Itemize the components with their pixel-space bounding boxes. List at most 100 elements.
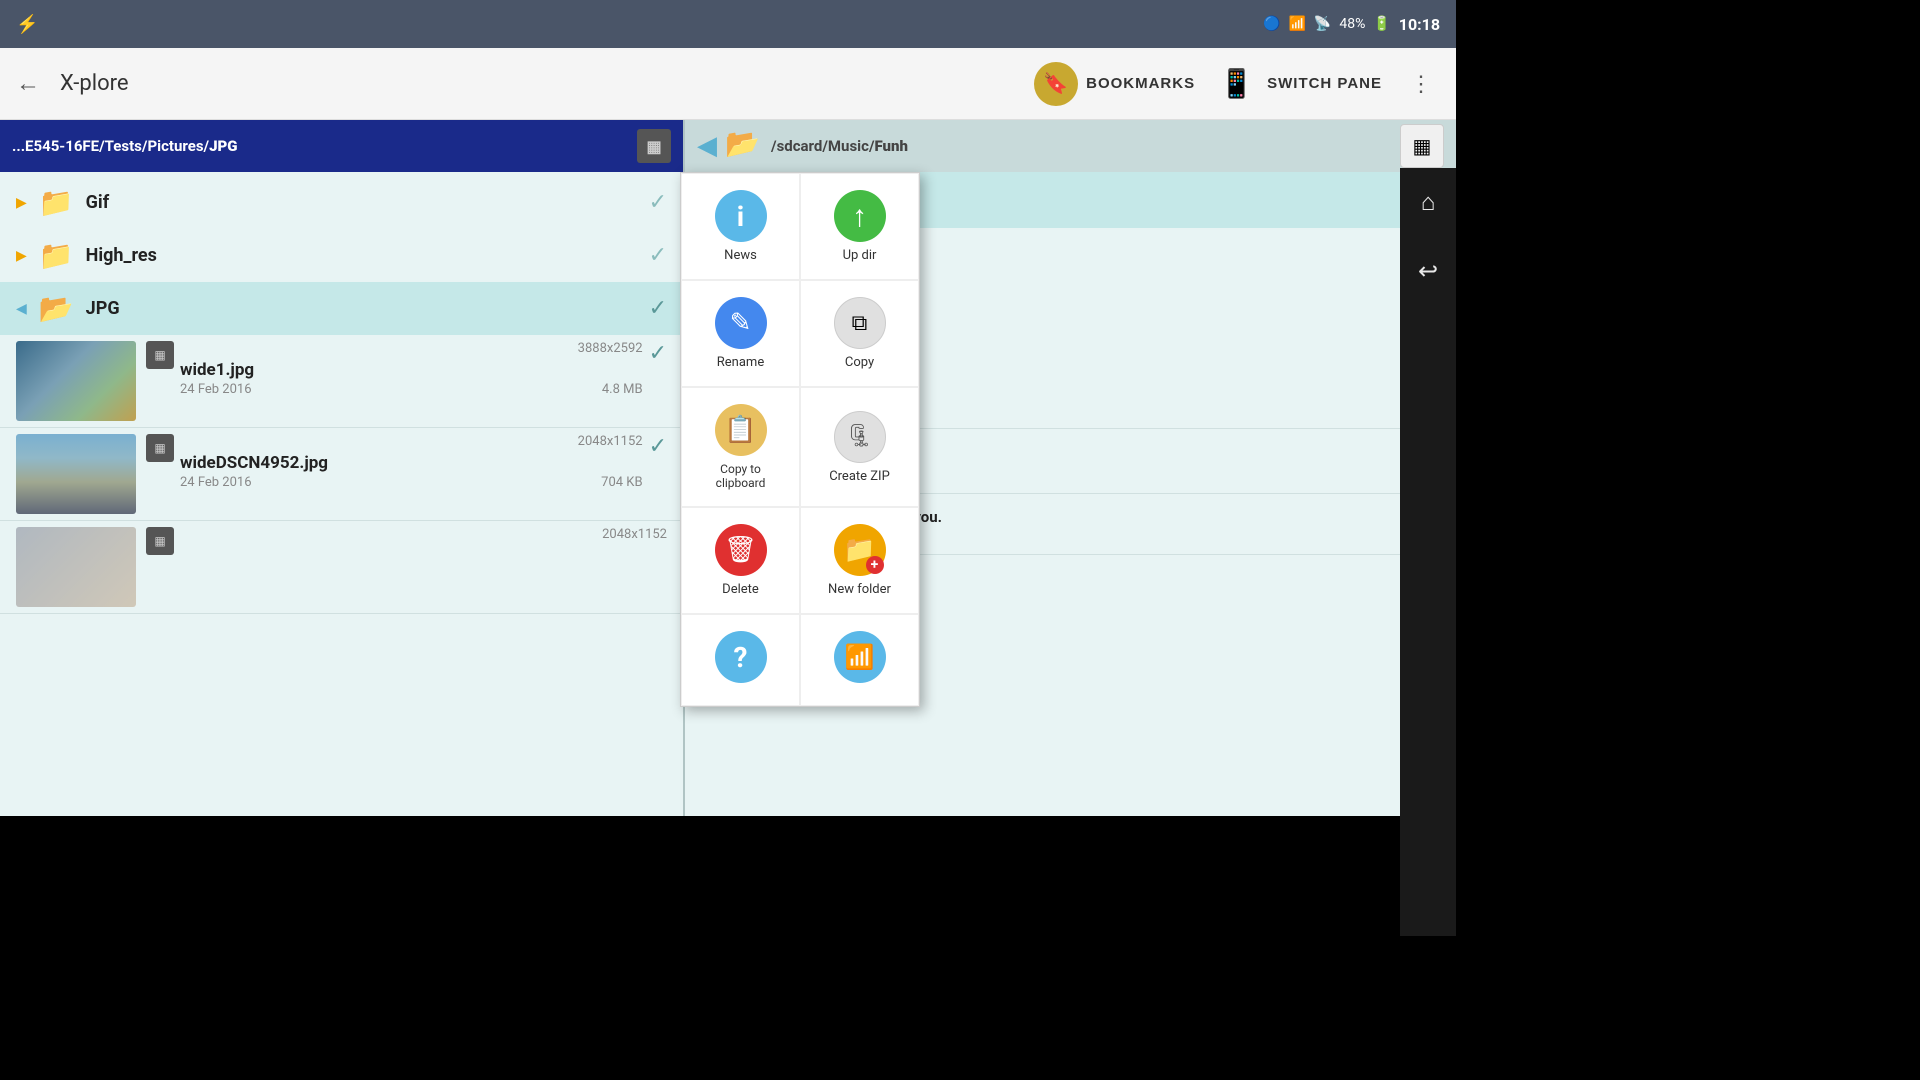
file-date: 24 Feb 2016 [180, 475, 252, 490]
context-menu-create-zip[interactable]: 🗜 Create ZIP [800, 387, 919, 507]
clipboard-icon: 📋 [715, 404, 767, 456]
help-icon: ? [715, 631, 767, 683]
folder-icon: 📁 [39, 239, 74, 272]
file-type-icon: ▦ [146, 434, 174, 462]
copy-icon: ⧉ [834, 297, 886, 349]
updir-label: Up dir [843, 248, 877, 263]
file-meta: 24 Feb 2016 4.8 MB [180, 382, 643, 397]
updir-icon: ↑ [834, 190, 886, 242]
file-type-icon: ▦ [146, 527, 174, 555]
main-area: ...E545-16FE/Tests/Pictures/JPG ▦ ▶ 📁 Gi… [0, 120, 1456, 816]
rename-label: Rename [717, 355, 764, 370]
right-expand-icon: ◀ [697, 131, 717, 161]
context-menu-copy[interactable]: ⧉ Copy [800, 280, 919, 387]
switch-pane-icon: 📱 [1215, 62, 1259, 106]
back-icon[interactable]: ↩ [1418, 257, 1438, 285]
file-name: wide1.jpg [180, 360, 643, 380]
left-path-bar: ...E545-16FE/Tests/Pictures/JPG ▦ [0, 120, 683, 172]
file-info: ▦ 3888x2592 wide1.jpg 24 Feb 2016 4.8 MB… [146, 341, 667, 397]
delete-icon: 🗑 [715, 524, 767, 576]
context-menu-copy-to-clipboard[interactable]: 📋 Copy toclipboard [681, 387, 800, 507]
file-size: 704 KB [601, 475, 642, 490]
status-icons: 🔵 📶 📡 48% 🔋 10:18 [1263, 15, 1440, 34]
list-item[interactable]: ◀ 📂 JPG ✓ [0, 282, 683, 335]
file-name: wideDSCN4952.jpg [180, 453, 643, 473]
context-menu-wifi[interactable]: 📶 [800, 614, 919, 706]
delete-label: Delete [722, 582, 759, 597]
bookmarks-icon: 🔖 [1034, 62, 1078, 106]
zip-icon: 🗜 [834, 411, 886, 463]
wifi-icon: 📶 [1288, 16, 1305, 32]
back-button[interactable]: ← [16, 70, 40, 98]
charging-icon: 🔋 [1373, 16, 1390, 32]
folder-name: JPG [86, 298, 637, 319]
list-item[interactable]: ▶ 📁 Gif ✓ [0, 176, 683, 229]
context-menu-delete[interactable]: 🗑 Delete [681, 507, 800, 614]
file-meta: 24 Feb 2016 704 KB [180, 475, 643, 490]
new-folder-label: New folder [828, 582, 891, 597]
file-dims: 2048x1152 [180, 527, 667, 542]
file-thumbnail [16, 434, 136, 514]
context-menu-news[interactable]: i News [681, 173, 800, 280]
left-pane: ...E545-16FE/Tests/Pictures/JPG ▦ ▶ 📁 Gi… [0, 120, 685, 816]
more-options-button[interactable]: ⋮ [1402, 67, 1440, 101]
bookmarks-label: BOOKMARKS [1086, 75, 1195, 92]
file-thumbnail [16, 527, 136, 607]
right-path-folder-icon: 📂 [725, 127, 763, 165]
copy-to-clipboard-label: Copy toclipboard [716, 462, 766, 490]
file-info: ▦ 2048x1152 [146, 527, 667, 555]
context-menu-updir[interactable]: ↑ Up dir [800, 173, 919, 280]
list-item[interactable]: ▦ 3888x2592 wide1.jpg 24 Feb 2016 4.8 MB… [0, 335, 683, 428]
time-display: 10:18 [1399, 15, 1440, 34]
right-view-icon[interactable]: ▦ [1400, 124, 1444, 168]
context-menu-new-folder[interactable]: 📁 + New folder [800, 507, 919, 614]
expand-arrow-icon: ▶ [16, 248, 27, 264]
file-check-icon: ✓ [649, 341, 667, 366]
battery-text: 48% [1339, 16, 1365, 32]
check-icon: ✓ [649, 243, 667, 268]
news-label: News [724, 248, 757, 263]
file-info: ▦ 2048x1152 wideDSCN4952.jpg 24 Feb 2016… [146, 434, 667, 490]
context-menu-rename[interactable]: ✎ Rename [681, 280, 800, 387]
context-menu-help[interactable]: ? [681, 614, 800, 706]
right-path-bar: ◀ 📂 /sdcard/Music/Funh ▦ [685, 120, 1456, 172]
folder-icon: 📁 [39, 186, 74, 219]
file-date: 24 Feb 2016 [180, 382, 252, 397]
news-icon: i [715, 190, 767, 242]
list-item[interactable]: ▦ 2048x1152 wideDSCN4952.jpg 24 Feb 2016… [0, 428, 683, 521]
file-check-icon: ✓ [649, 434, 667, 459]
check-icon: ✓ [649, 190, 667, 215]
create-zip-label: Create ZIP [829, 469, 890, 484]
file-dims: 2048x1152 [180, 434, 643, 449]
list-item[interactable]: ▶ 📁 High_res ✓ [0, 229, 683, 282]
bookmarks-button[interactable]: 🔖 BOOKMARKS [1034, 62, 1195, 106]
home-icon[interactable]: ⌂ [1421, 188, 1436, 217]
right-side-panel: ⌂ ↩ [1400, 168, 1456, 936]
file-dims: 3888x2592 [180, 341, 643, 356]
app-bar: ← X-plore 🔖 BOOKMARKS 📱 SWITCH PANE ⋮ [0, 48, 1456, 120]
signal-icon: 📡 [1314, 16, 1331, 32]
folder-icon: 📂 [39, 292, 74, 325]
list-item[interactable]: ▦ 2048x1152 [0, 521, 683, 614]
usb-icon: ⚡ [16, 14, 38, 35]
switch-pane-button[interactable]: 📱 SWITCH PANE [1215, 62, 1382, 106]
file-thumbnail [16, 341, 136, 421]
left-path-text: ...E545-16FE/Tests/Pictures/JPG [12, 137, 629, 155]
new-folder-icon: 📁 + [834, 524, 886, 576]
folder-name: High_res [86, 245, 637, 266]
expand-arrow-icon: ◀ [16, 301, 27, 317]
folder-name: Gif [86, 192, 637, 213]
bluetooth-icon: 🔵 [1263, 16, 1280, 32]
rename-icon: ✎ [715, 297, 767, 349]
copy-label: Copy [845, 355, 874, 370]
context-menu: i News ↑ Up dir ✎ Rename ⧉ Copy [680, 172, 920, 707]
check-icon: ✓ [649, 296, 667, 321]
app-title: X-plore [60, 71, 1014, 96]
wifi-icon: 📶 [834, 631, 886, 683]
file-size: 4.8 MB [602, 382, 643, 397]
switch-pane-label: SWITCH PANE [1267, 75, 1382, 92]
left-path-icon: ▦ [637, 129, 671, 163]
left-file-list: ▶ 📁 Gif ✓ ▶ 📁 High_res ✓ ◀ 📂 JPG ✓ [0, 172, 683, 816]
expand-arrow-icon: ▶ [16, 195, 27, 211]
status-bar: ⚡ 🔵 📶 📡 48% 🔋 10:18 [0, 0, 1456, 48]
